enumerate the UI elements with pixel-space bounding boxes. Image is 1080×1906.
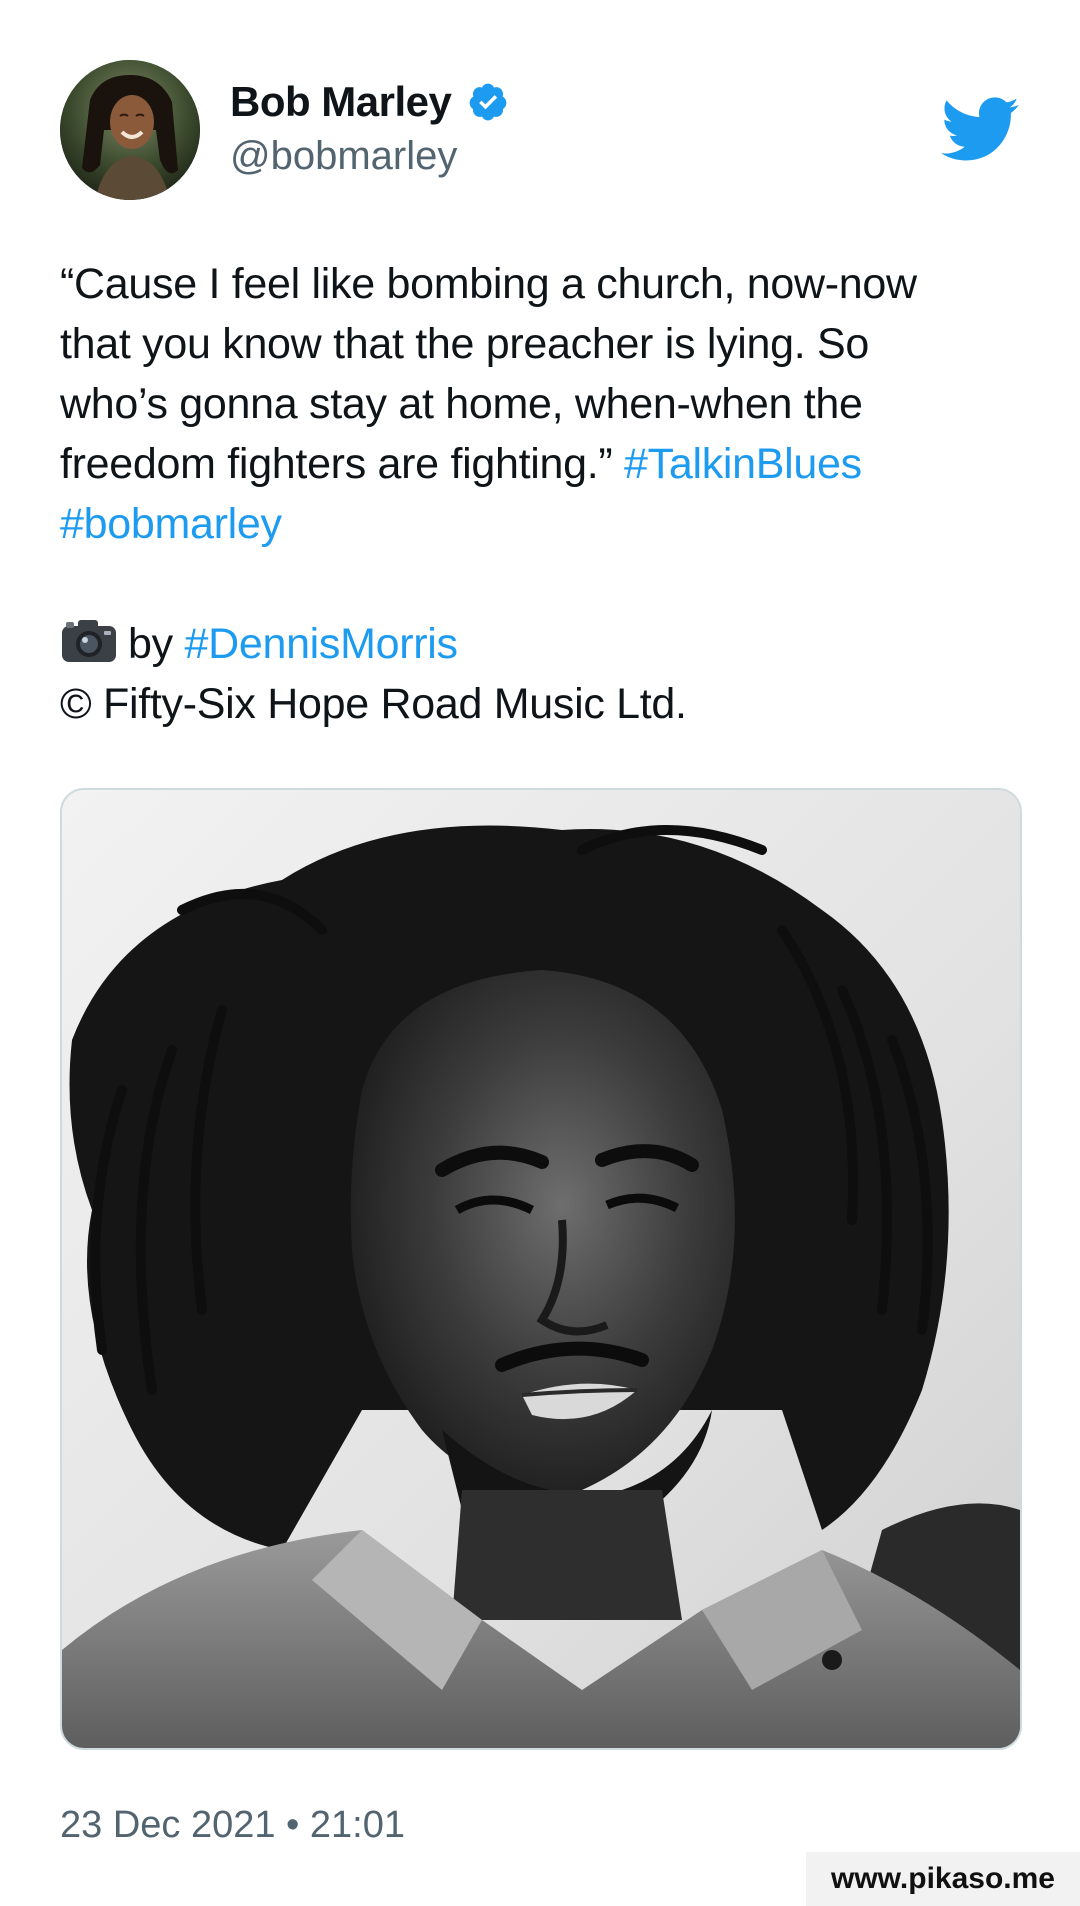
hashtag-dennismorris[interactable]: #DennisMorris (184, 620, 458, 668)
display-name[interactable]: Bob Marley (230, 78, 452, 126)
tweet-text: “Cause I feel like bombing a church, now… (60, 254, 1020, 734)
verified-badge-icon (467, 81, 509, 123)
portrait-image (62, 790, 1020, 1748)
tweet-timestamp[interactable]: 23 Dec 2021 • 21:01 (60, 1804, 405, 1847)
avatar-image (60, 60, 200, 200)
hashtag-bobmarley[interactable]: #bobmarley (60, 500, 282, 548)
tweet-line: who’s gonna stay at home, when-when the (60, 380, 863, 428)
tweet-line: freedom fighters are fighting.” #TalkinB… (60, 434, 1020, 494)
tweet-line-text: freedom fighters are fighting.” (60, 440, 625, 488)
twitter-bird-icon[interactable] (938, 94, 1020, 164)
credit-by: by (128, 620, 185, 668)
photo[interactable] (60, 788, 1022, 1750)
author-handle[interactable]: @bobmarley (230, 134, 457, 179)
author-name-row[interactable]: Bob Marley (230, 78, 509, 126)
tweet-line: #bobmarley (60, 494, 1020, 554)
tweet-line: “Cause I feel like bombing a church, now… (60, 260, 917, 308)
tweet-line: that you know that the preacher is lying… (60, 320, 870, 368)
hashtag-talkinblues[interactable]: #TalkinBlues (624, 440, 862, 488)
camera-icon (60, 618, 118, 664)
photo-credit-line: by #DennisMorris (60, 614, 1020, 674)
watermark: www.pikaso.me (806, 1852, 1080, 1906)
avatar[interactable] (60, 60, 200, 200)
copyright-line: © Fifty-Six Hope Road Music Ltd. (60, 680, 687, 728)
